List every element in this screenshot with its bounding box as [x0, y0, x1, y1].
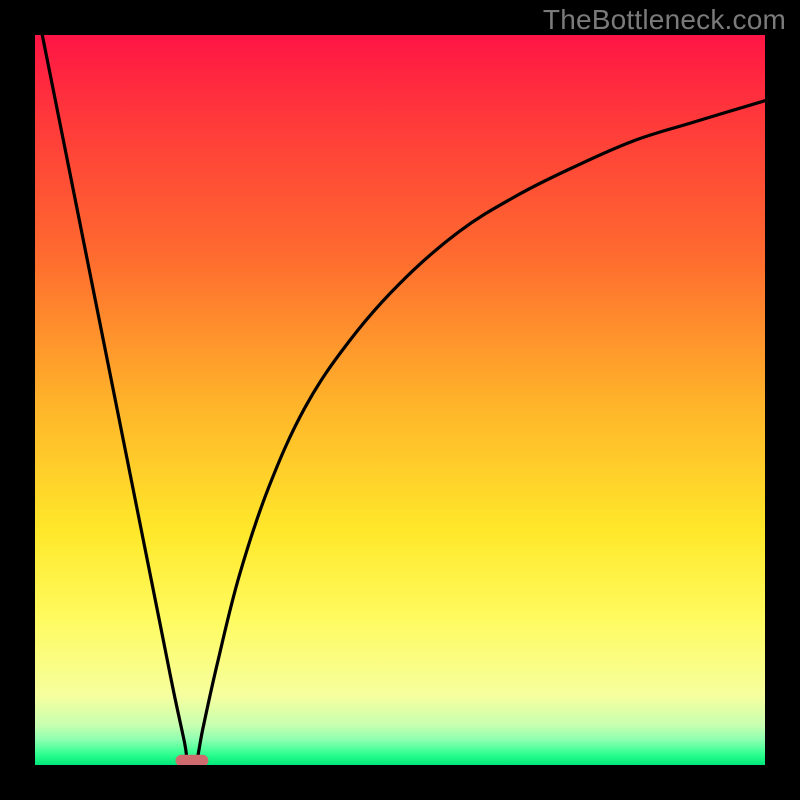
chart-frame: TheBottleneck.com — [0, 0, 800, 800]
watermark-text: TheBottleneck.com — [543, 4, 786, 36]
gradient-background — [35, 35, 765, 765]
plot-area — [35, 35, 765, 765]
optimum-marker — [176, 755, 209, 765]
plot-svg — [35, 35, 765, 765]
